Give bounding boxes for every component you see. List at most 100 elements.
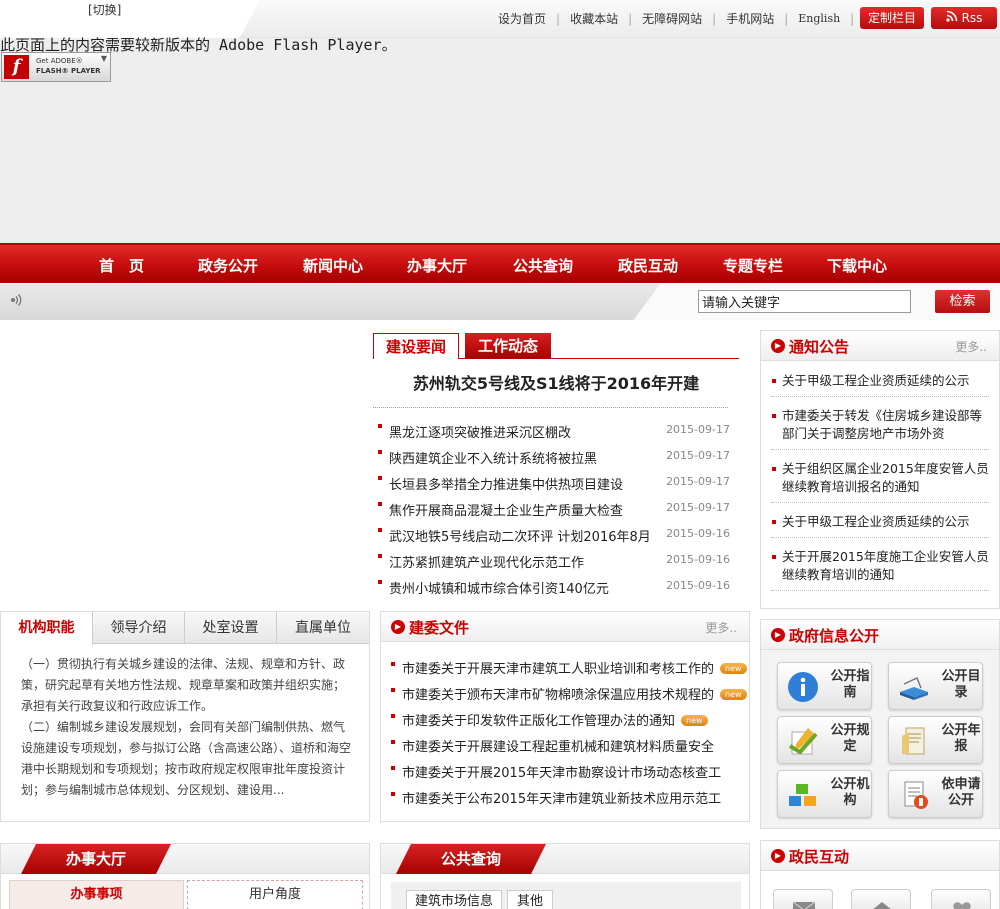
- notice-title: 通知公告: [789, 338, 850, 356]
- list-item: 市建委关于颁布天津市矿物棉喷涂保温应用技术规程的 new: [391, 680, 747, 706]
- tab-affiliated-units[interactable]: 直属单位: [277, 612, 369, 644]
- blocks-icon: [789, 784, 816, 806]
- get-flash-player-badge[interactable]: f Get ADOBE® FLASH® PLAYER ▼: [1, 52, 111, 82]
- speaker-icon: [9, 292, 25, 312]
- on-request-button[interactable]: 依申请公开: [888, 770, 983, 818]
- nav-interaction[interactable]: 政民互动: [618, 255, 678, 276]
- news-link[interactable]: 陕西建筑企业不入统计系统将被拉黑: [389, 448, 597, 467]
- tab-departments[interactable]: 处室设置: [185, 612, 277, 644]
- bullet-icon: [391, 714, 395, 718]
- news-date: 2015-09-17: [666, 449, 730, 462]
- interaction-title: 政民互动: [789, 848, 850, 866]
- more-link[interactable]: 更多..: [955, 338, 987, 355]
- document-link[interactable]: 市建委关于开展天津市建筑工人职业培训和考核工作的: [402, 662, 714, 677]
- mail-button[interactable]: [773, 889, 833, 909]
- switch-link[interactable]: [切换]: [88, 1, 121, 18]
- news-link[interactable]: 江苏紧抓建筑产业现代化示范工作: [389, 552, 584, 571]
- nav-home[interactable]: 首 页: [99, 255, 144, 276]
- tab-service-items[interactable]: 办事事项: [9, 880, 184, 909]
- notice-link[interactable]: 市建委关于转发《住房城乡建设部等部门关于调整房地产市场外资: [782, 408, 982, 441]
- bullet-icon: [378, 424, 382, 428]
- separator: |: [712, 11, 717, 26]
- accessibility-link[interactable]: 无障碍网站: [642, 10, 702, 27]
- news-link[interactable]: 武汉地铁5号线启动二次环评 计划2016年8月: [389, 526, 651, 545]
- organizations-label: 公开机构: [830, 777, 870, 808]
- nav-news-center[interactable]: 新闻中心: [303, 255, 363, 276]
- news-link[interactable]: 焦作开展商品混凝土企业生产质量大检查: [389, 500, 623, 519]
- play-icon: ▶: [771, 628, 785, 642]
- notice-link[interactable]: 关于甲级工程企业资质延续的公示: [782, 514, 970, 529]
- bullet-icon: [772, 467, 776, 471]
- nav-government-affairs[interactable]: 政务公开: [198, 255, 258, 276]
- more-link[interactable]: 更多..: [705, 619, 737, 636]
- list-item: 关于组织区属企业2015年度安管人员继续教育培训报名的通知: [771, 457, 989, 503]
- document-link[interactable]: 市建委关于公布2015年天津市建筑业新技术应用示范工: [402, 792, 721, 807]
- search-button[interactable]: 检索: [935, 290, 990, 313]
- mobile-site-link[interactable]: 手机网站: [726, 10, 774, 27]
- customize-columns-button[interactable]: 定制栏目: [860, 7, 924, 29]
- document-link[interactable]: 市建委关于开展2015年天津市勘察设计市场动态核查工: [402, 766, 721, 781]
- news-list: 黑龙江逐项突破推进采沉区棚改 2015-09-17 陕西建筑企业不入统计系统将被拉…: [378, 418, 730, 600]
- rss-button[interactable]: Rss: [931, 7, 997, 29]
- news-tabs: 建设要闻 工作动态: [373, 333, 739, 359]
- favorite-button[interactable]: [931, 889, 991, 909]
- home-button[interactable]: [851, 889, 911, 909]
- list-item: 市建委关于转发《住房城乡建设部等部门关于调整房地产市场外资: [771, 404, 989, 450]
- list-item: 黑龙江逐项突破推进采沉区棚改 2015-09-17: [378, 418, 730, 444]
- tab-construction-market[interactable]: 建筑市场信息: [406, 890, 502, 909]
- news-link[interactable]: 长垣县多举措全力推进集中供热项目建设: [389, 474, 623, 493]
- news-link[interactable]: 贵州小城镇和城市综合体引资140亿元: [389, 578, 609, 597]
- nav-special-topics[interactable]: 专题专栏: [723, 255, 783, 276]
- english-link[interactable]: English: [798, 12, 840, 25]
- tab-other[interactable]: 其他: [507, 890, 553, 909]
- list-item: 关于甲级工程企业资质延续的公示: [771, 369, 989, 397]
- list-item: 市建委关于开展天津市建筑工人职业培训和考核工作的 new: [391, 654, 747, 680]
- documents-header: ▶ 建委文件 更多..: [381, 612, 749, 642]
- tab-leaders[interactable]: 领导介绍: [93, 612, 185, 644]
- nav-service-hall[interactable]: 办事大厅: [407, 255, 467, 276]
- bullet-icon: [772, 520, 776, 524]
- document-link[interactable]: 市建委关于颁布天津市矿物棉喷涂保温应用技术规程的: [402, 688, 714, 703]
- bullet-icon: [391, 740, 395, 744]
- download-arrow-icon: ▼: [100, 54, 107, 63]
- search-input[interactable]: [698, 290, 911, 313]
- notice-link[interactable]: 关于甲级工程企业资质延续的公示: [782, 373, 970, 388]
- catalog-button[interactable]: 公开目录: [888, 662, 983, 710]
- guide-button[interactable]: 公开指南: [777, 662, 872, 710]
- nav-download-center[interactable]: 下载中心: [827, 255, 887, 276]
- tab-work-updates[interactable]: 工作动态: [465, 333, 551, 359]
- list-item: 贵州小城镇和城市综合体引资140亿元 2015-09-16: [378, 574, 730, 600]
- agency-paragraph-2: （二）编制城乡建设发展规划，会同有关部门编制供热、燃气设施建设专项规划，参与拟订…: [21, 720, 352, 797]
- tab-user-perspective[interactable]: 用户角度: [187, 880, 363, 909]
- tab-construction-news[interactable]: 建设要闻: [373, 333, 459, 359]
- annual-report-button[interactable]: 公开年报: [888, 716, 983, 764]
- gov-info-title: 政府信息公开: [789, 627, 880, 645]
- bullet-icon: [378, 476, 382, 480]
- interaction-panel: ▶ 政民互动: [760, 840, 1000, 909]
- news-headline[interactable]: 苏州轨交5号线及S1线将于2016年开建: [373, 370, 739, 394]
- regulations-button[interactable]: 公开规定: [777, 716, 872, 764]
- notice-link[interactable]: 关于组织区属企业2015年度安管人员继续教育培训报名的通知: [782, 461, 989, 494]
- organizations-button[interactable]: 公开机构: [777, 770, 872, 818]
- list-item: 市建委关于开展建设工程起重机械和建筑材料质量安全: [391, 732, 741, 758]
- notice-panel: ▶ 通知公告 更多.. 关于甲级工程企业资质延续的公示 市建委关于转发《住房城乡…: [760, 330, 1000, 609]
- news-link[interactable]: 黑龙江逐项突破推进采沉区棚改: [389, 422, 571, 441]
- document-link[interactable]: 市建委关于开展建设工程起重机械和建筑材料质量安全: [402, 740, 714, 755]
- bookmark-link[interactable]: 收藏本站: [570, 10, 618, 27]
- notice-header: ▶ 通知公告 更多..: [761, 331, 999, 361]
- documents-list: 市建委关于开展天津市建筑工人职业培训和考核工作的 new 市建委关于颁布天津市矿物…: [391, 654, 747, 810]
- bullet-icon: [378, 554, 382, 558]
- tab-agency-functions[interactable]: 机构职能: [1, 612, 93, 645]
- top-links: 设为首页 | 收藏本站 | 无障碍网站 | 手机网站 | English |: [498, 10, 864, 27]
- bullet-icon: [391, 688, 395, 692]
- set-homepage-link[interactable]: 设为首页: [498, 10, 546, 27]
- interaction-header: ▶ 政民互动: [761, 841, 999, 871]
- rss-label: Rss: [961, 11, 983, 25]
- notice-link[interactable]: 关于开展2015年度施工企业安管人员继续教育培训的通知: [782, 549, 989, 582]
- search-bar: 检索: [0, 284, 1000, 320]
- nav-public-query[interactable]: 公共查询: [513, 255, 573, 276]
- play-icon: ▶: [771, 339, 785, 353]
- announcement-strip: [0, 284, 660, 320]
- info-icon: [788, 672, 818, 702]
- document-link[interactable]: 市建委关于印发软件正版化工作管理办法的通知: [402, 714, 675, 729]
